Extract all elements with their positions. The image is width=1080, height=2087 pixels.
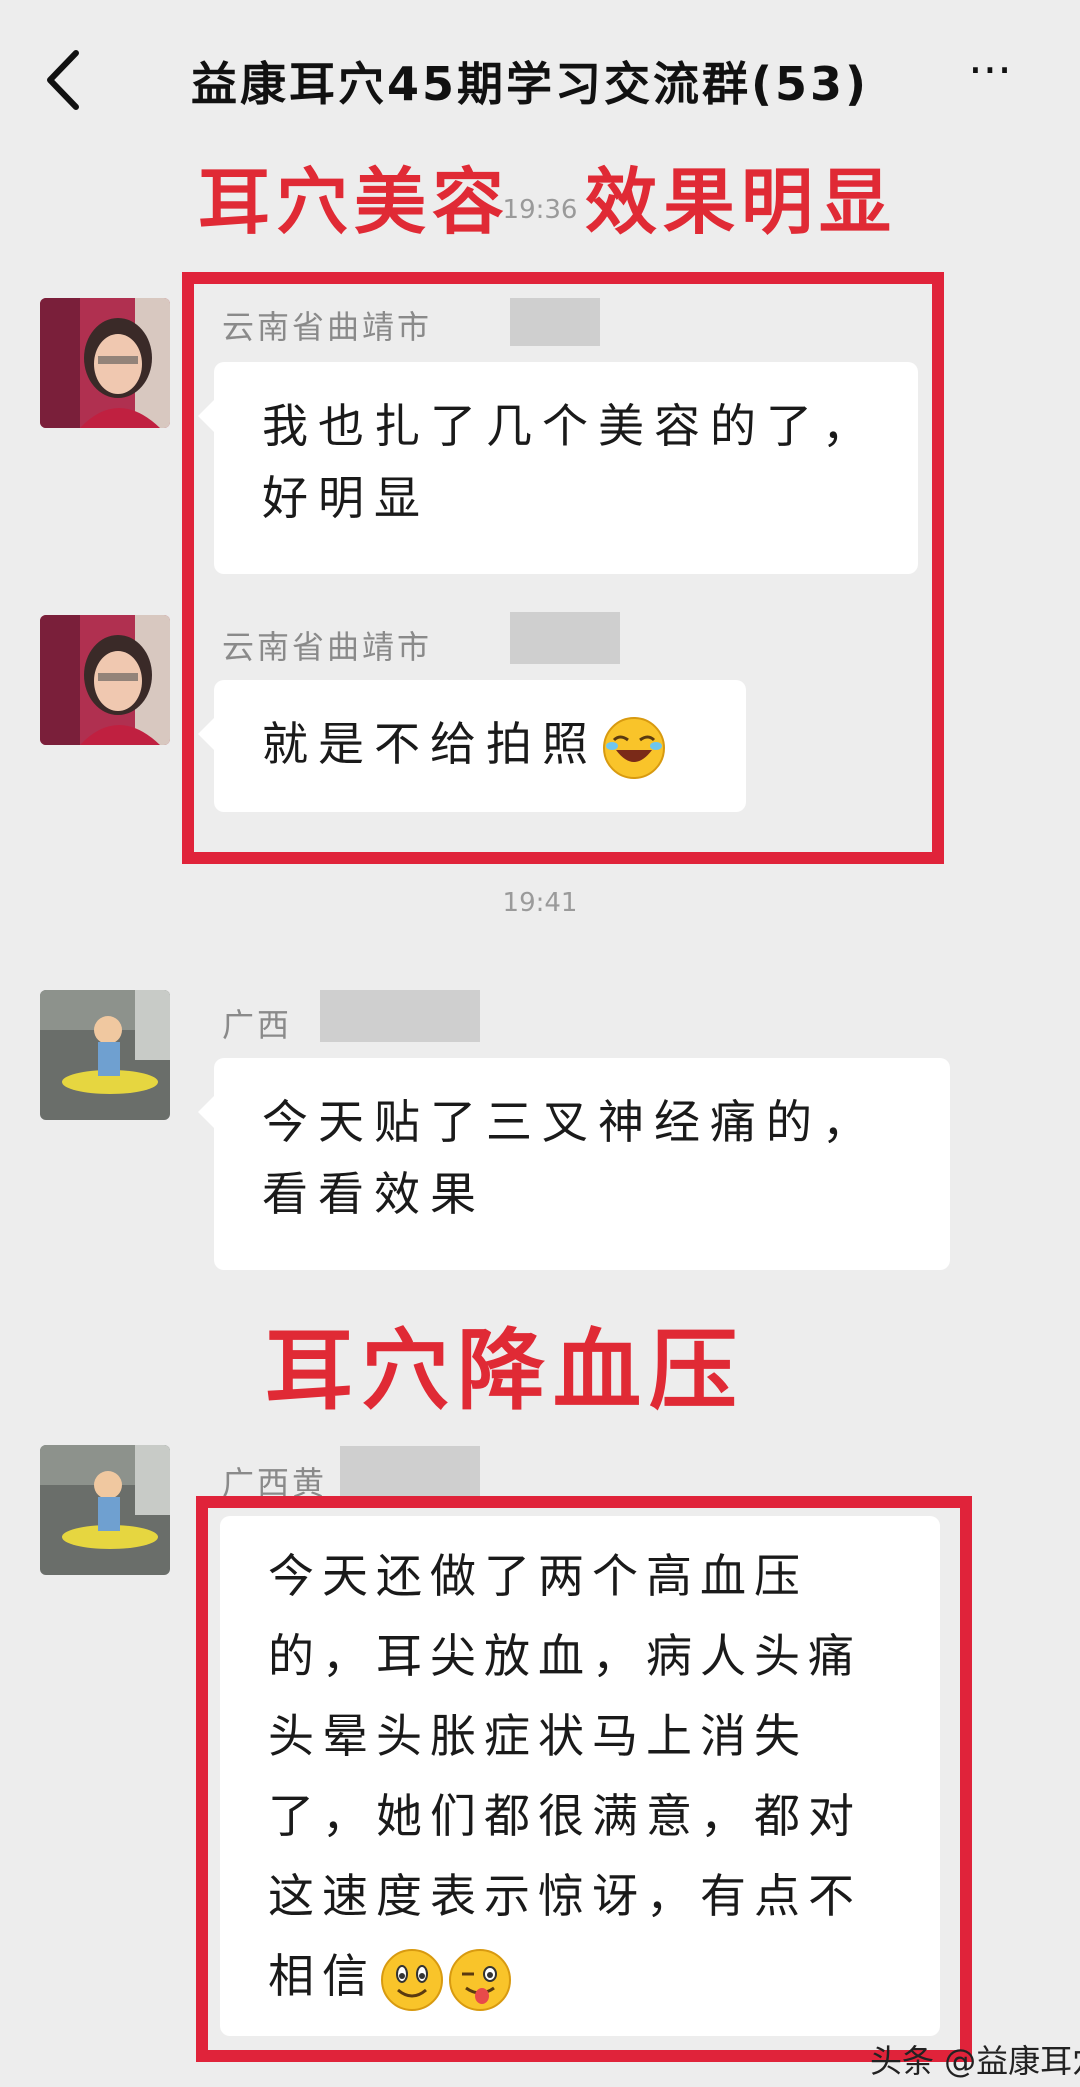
avatar[interactable] (40, 615, 170, 745)
back-arrow-icon (47, 50, 79, 110)
message-bubble[interactable]: 今天贴了三叉神经痛的，看看效果 (198, 1058, 950, 1270)
avatar[interactable] (40, 990, 170, 1120)
message-text: 今天贴了三叉神经痛的，看看效果 (262, 1095, 878, 1221)
avatar[interactable] (40, 1445, 170, 1575)
timestamp: 19:36 (502, 195, 578, 225)
avatar[interactable] (40, 298, 170, 428)
message-text: 今天还做了两个高血压的，耳尖放血，病人头痛头晕头胀症状马上消失了，她们都很满意，… (268, 1549, 862, 2003)
message-bubble[interactable]: 今天还做了两个高血压的，耳尖放血，病人头痛头晕头胀症状马上消失了，她们都很满意，… (220, 1516, 940, 2036)
more-button[interactable]: ··· (950, 47, 1030, 110)
laughing-emoji-icon (603, 716, 665, 779)
redacted-name (340, 1446, 480, 1498)
more-icon: ··· (968, 43, 1012, 97)
message-bubble[interactable]: 我也扎了几个美容的了，好明显 (198, 362, 918, 574)
smile-emoji-icon (381, 1948, 443, 2011)
wink-tongue-emoji-icon (449, 1948, 511, 2011)
redacted-name (320, 990, 480, 1042)
redacted-name (510, 612, 620, 664)
sender-name: 云南省曲靖市 (222, 628, 433, 666)
chat-title: 益康耳穴45期学习交流群(53) (190, 57, 870, 111)
chat-header: 益康耳穴45期学习交流群(53) ··· (0, 0, 1080, 150)
message-text: 我也扎了几个美容的了，好明显 (262, 399, 878, 525)
back-button[interactable] (40, 45, 90, 115)
sender-name: 广西 (222, 1006, 293, 1044)
overlay-title-blood-pressure: 耳穴降血压 (265, 1318, 746, 1422)
message-text: 就是不给拍照 (262, 717, 598, 771)
watermark: 头条 @益康耳穴 (870, 2042, 1080, 2080)
redacted-name (510, 298, 600, 346)
message-bubble[interactable]: 就是不给拍照 (198, 680, 746, 812)
timestamp: 19:41 (502, 888, 578, 918)
sender-name: 云南省曲靖市 (222, 308, 433, 346)
